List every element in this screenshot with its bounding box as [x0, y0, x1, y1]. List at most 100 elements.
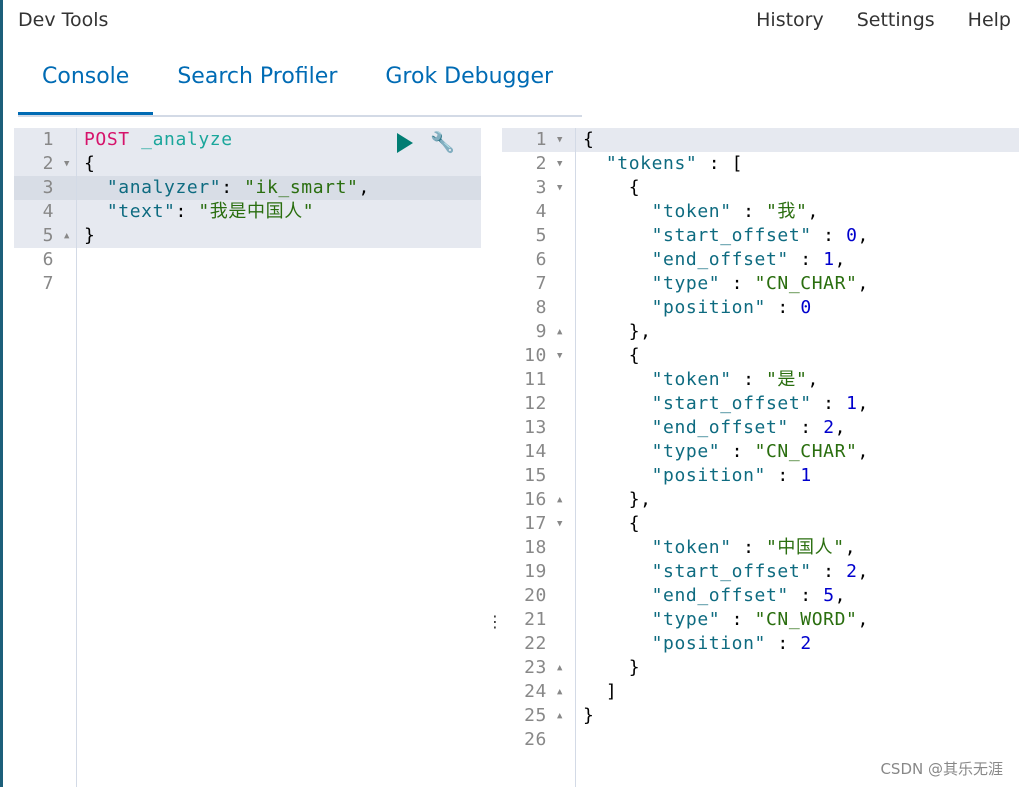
- code-token: {: [583, 177, 641, 198]
- line-number: 5 ▲: [14, 224, 76, 248]
- code-token: "position": [583, 297, 766, 318]
- request-code[interactable]: POST _analyze{ "analyzer": "ik_smart", "…: [77, 128, 481, 296]
- wrench-icon[interactable]: 🔧: [430, 130, 455, 154]
- code-token: ,: [834, 249, 847, 270]
- fold-down-icon[interactable]: ▼: [64, 152, 70, 176]
- code-token: :: [766, 633, 801, 654]
- nav-settings[interactable]: Settings: [857, 9, 935, 31]
- code-token: :: [720, 273, 755, 294]
- code-token: :: [788, 249, 824, 270]
- code-token: "我": [766, 201, 808, 222]
- code-line: "token" : "中国人",: [576, 536, 1019, 560]
- top-nav: History Settings Help: [756, 9, 1011, 31]
- code-token: :: [788, 585, 824, 606]
- code-token: {: [583, 345, 641, 366]
- nav-help[interactable]: Help: [968, 9, 1011, 31]
- nav-history[interactable]: History: [756, 9, 824, 31]
- code-token: :: [788, 417, 824, 438]
- fold-up-icon[interactable]: ▲: [64, 224, 70, 248]
- fold-up-icon[interactable]: ▲: [557, 656, 563, 680]
- line-number: 16 ▲: [524, 488, 563, 512]
- code-token: },: [583, 321, 652, 342]
- code-line: {: [576, 512, 1019, 536]
- code-token: "是": [766, 369, 808, 390]
- request-gutter: 1 2 ▼ 3 4 5 ▲ 6 7: [14, 128, 77, 787]
- code-token: {: [583, 129, 595, 150]
- code-token: 2: [800, 633, 812, 654]
- line-number: 4: [14, 200, 76, 224]
- code-token: "type": [583, 273, 721, 294]
- code-token: ,: [807, 369, 819, 390]
- code-token: "CN_CHAR": [754, 273, 858, 294]
- code-token: :: [731, 537, 766, 558]
- line-number: 5: [535, 225, 547, 246]
- code-token: ,: [358, 177, 370, 198]
- code-token: :: [731, 369, 766, 390]
- code-token: "type": [583, 609, 721, 630]
- fold-up-icon[interactable]: ▲: [557, 488, 563, 512]
- line-number: 17 ▼: [524, 512, 563, 536]
- line-number: 18: [524, 537, 547, 558]
- request-editor[interactable]: 1 2 ▼ 3 4 5 ▲ 6 7 POST _analyze{ "analyzer": "ik…: [14, 128, 481, 787]
- line-number: 15: [524, 465, 547, 486]
- line-number: 11: [524, 369, 547, 390]
- line-number: 14: [524, 441, 547, 462]
- fold-down-icon[interactable]: ▼: [557, 344, 563, 368]
- fold-up-icon[interactable]: ▲: [557, 680, 563, 704]
- code-line: },: [576, 488, 1019, 512]
- code-token: 0: [846, 225, 858, 246]
- code-line: POST _analyze: [77, 128, 481, 152]
- code-token: "token": [583, 201, 732, 222]
- code-token: "CN_CHAR": [754, 441, 858, 462]
- code-token: "end_offset": [583, 249, 789, 270]
- code-line: {: [576, 344, 1019, 368]
- code-line: "position" : 2: [576, 632, 1019, 656]
- code-line: "start_offset" : 1,: [576, 392, 1019, 416]
- line-number: 8: [535, 297, 547, 318]
- code-line: "type" : "CN_CHAR",: [576, 272, 1019, 296]
- code-token: ,: [857, 273, 869, 294]
- line-number: 9 ▲: [535, 320, 563, 344]
- fold-up-icon[interactable]: ▲: [557, 704, 563, 728]
- code-token: "text": [84, 201, 176, 222]
- code-line: "start_offset" : 2,: [576, 560, 1019, 584]
- fold-down-icon[interactable]: ▼: [557, 512, 563, 536]
- code-token: 1: [846, 393, 858, 414]
- line-number: 1 ▼: [502, 128, 575, 152]
- line-number: 3: [14, 176, 76, 200]
- code-token: "tokens": [583, 153, 698, 174]
- code-token: "CN_WORD": [754, 609, 858, 630]
- tab-console[interactable]: Console: [18, 56, 154, 115]
- code-line: {: [576, 128, 1019, 152]
- code-token: _analyze: [129, 129, 233, 150]
- line-number: 3 ▼: [535, 176, 563, 200]
- code-token: :: [221, 177, 245, 198]
- code-line: }: [576, 656, 1019, 680]
- tab-search-profiler[interactable]: Search Profiler: [153, 56, 361, 105]
- code-token: {: [84, 153, 96, 174]
- fold-down-icon[interactable]: ▼: [557, 128, 563, 152]
- code-token: "type": [583, 441, 721, 462]
- line-number: 4: [535, 201, 547, 222]
- code-token: "token": [583, 537, 732, 558]
- line-number: 13: [524, 417, 547, 438]
- run-button[interactable]: [397, 133, 413, 153]
- code-line: "end_offset" : 1,: [576, 248, 1019, 272]
- line-number: 1: [14, 128, 76, 152]
- line-number: 22: [524, 633, 547, 654]
- fold-down-icon[interactable]: ▼: [557, 176, 563, 200]
- fold-up-icon[interactable]: ▲: [557, 320, 563, 344]
- vertical-dots-icon[interactable]: ⋮: [487, 612, 503, 631]
- code-token: 2: [823, 417, 835, 438]
- code-line: "tokens" : [: [576, 152, 1019, 176]
- code-token: 1: [823, 249, 835, 270]
- code-token: POST: [84, 129, 130, 150]
- code-token: 5: [823, 585, 835, 606]
- tab-grok-debugger[interactable]: Grok Debugger: [361, 56, 577, 105]
- fold-down-icon[interactable]: ▼: [557, 152, 563, 176]
- line-number: 7: [535, 273, 547, 294]
- code-token: "end_offset": [583, 417, 789, 438]
- code-token: }: [84, 225, 96, 246]
- code-token: : [: [697, 153, 744, 174]
